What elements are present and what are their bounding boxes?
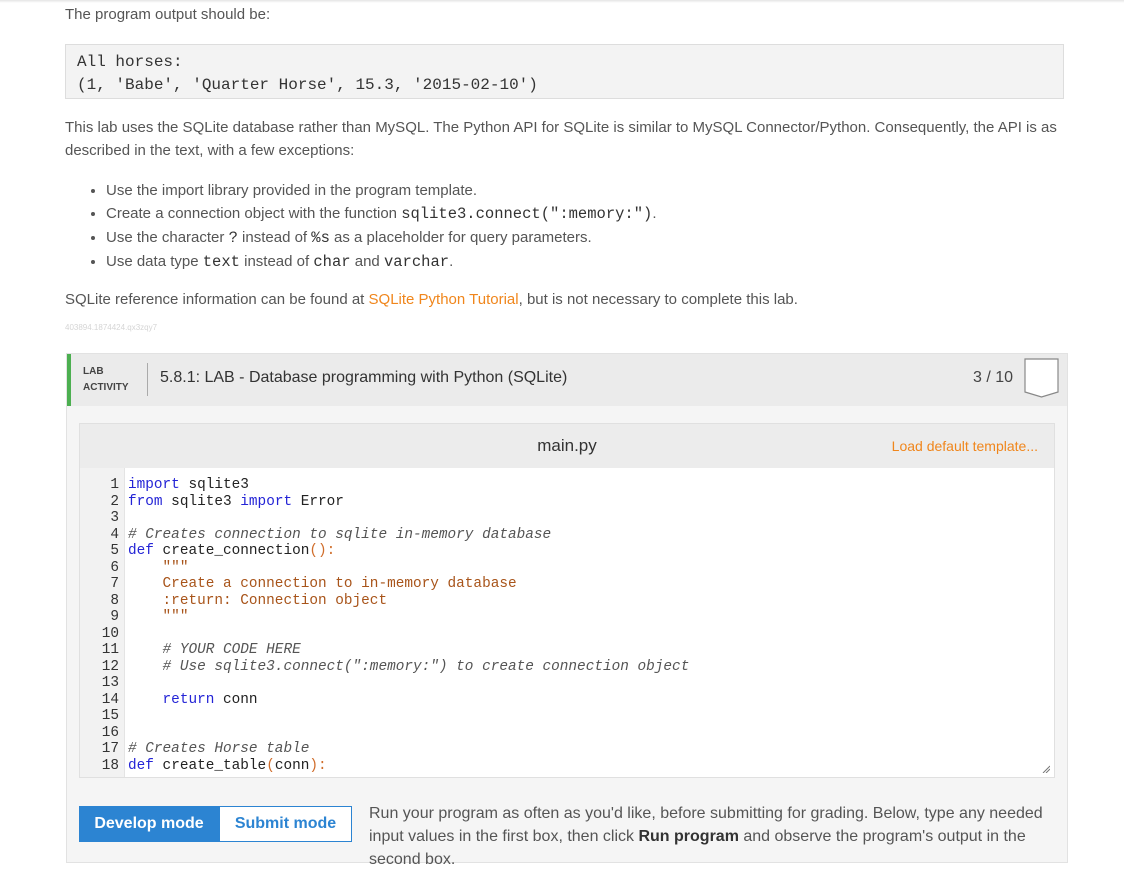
- code-comment: # Use sqlite3.connect(":memory:") to cre…: [128, 658, 690, 675]
- reference-paragraph: SQLite reference information can be foun…: [65, 288, 1065, 311]
- code-docstring: :return: Connection object: [128, 592, 388, 609]
- lab-score: 3 / 10: [973, 369, 1014, 386]
- sqlite-tutorial-link[interactable]: SQLite Python Tutorial: [369, 291, 519, 308]
- lab-activity-panel: LAB ACTIVITY 5.8.1: LAB - Database progr…: [66, 353, 1068, 868]
- code-area[interactable]: 1 import sqlite3 2 from sqlite3 import Err…: [80, 468, 1054, 777]
- inline-code: %s: [311, 229, 330, 247]
- line-number: 1: [110, 477, 119, 493]
- list-item: Use data type text instead of char and v…: [106, 250, 657, 274]
- expected-output-line: All horses:: [77, 53, 183, 71]
- list-item-text: and: [350, 253, 384, 270]
- inline-code: ?: [228, 229, 238, 247]
- develop-mode-button[interactable]: Develop mode: [79, 806, 219, 842]
- list-item: Use the character ? instead of %s as a p…: [106, 226, 657, 250]
- list-item-text: .: [449, 253, 454, 270]
- expected-output-box: All horses: (1, 'Babe', 'Quarter Horse',…: [65, 44, 1064, 99]
- lab-accent-bar: [67, 354, 71, 406]
- resize-handle-icon[interactable]: [1042, 765, 1050, 773]
- lab-tag-line: ACTIVITY: [83, 382, 129, 393]
- lab-activity-tag: LAB ACTIVITY: [83, 364, 129, 396]
- inline-code: char: [313, 253, 351, 271]
- submit-mode-button[interactable]: Submit mode: [219, 806, 352, 842]
- editor-header: main.py Load default template...: [80, 424, 1054, 468]
- reference-text: SQLite reference information can be foun…: [65, 291, 369, 308]
- code-editor: main.py Load default template... 1 import…: [79, 423, 1055, 778]
- exceptions-list: Use the import library provided in the p…: [88, 179, 657, 274]
- expected-output-line: (1, 'Babe', 'Quarter Horse', 15.3, '2015…: [77, 76, 538, 94]
- line-number: 6: [110, 559, 119, 576]
- inline-code: varchar: [383, 253, 450, 271]
- lab-title: 5.8.1: LAB - Database programming with P…: [160, 369, 568, 386]
- list-item-text: instead of: [237, 229, 312, 246]
- top-shadow: [0, 0, 1124, 3]
- inline-code: sqlite3.connect(":memory:"): [401, 205, 653, 223]
- line-number: 14: [101, 691, 119, 708]
- list-item-text: .: [652, 205, 657, 222]
- run-instructions: Run your program as often as you'd like,…: [369, 802, 1059, 871]
- output-intro: The program output should be:: [65, 6, 271, 23]
- activity-id: 403894.1874424.qx3zqy7: [65, 323, 158, 332]
- code-comment: # Creates Horse table: [128, 741, 310, 757]
- inline-code: text: [202, 253, 240, 271]
- code-comment: # YOUR CODE HERE: [128, 642, 301, 658]
- load-template-link[interactable]: Load default template...: [892, 438, 1038, 454]
- list-item-text: Use data type: [106, 253, 203, 270]
- list-item-text: as a placeholder for query parameters.: [329, 229, 592, 246]
- list-item-text: Use the import library provided in the p…: [106, 182, 478, 199]
- line-number: 13: [101, 675, 119, 691]
- line-number: 4: [110, 526, 119, 543]
- line-number: 15: [101, 708, 119, 724]
- reference-text: , but is not necessary to complete this …: [518, 291, 798, 308]
- line-number: 16: [101, 724, 119, 741]
- line-number: 10: [101, 625, 119, 642]
- line-number: 3: [110, 510, 119, 526]
- header-divider: [147, 363, 148, 396]
- list-item-text: Create a connection object with the func…: [106, 205, 402, 222]
- line-number: 7: [110, 576, 119, 592]
- line-number: 8: [110, 592, 119, 609]
- run-program-label: Run program: [638, 828, 739, 845]
- code-docstring: Create a connection to in-memory databas…: [128, 576, 517, 592]
- line-number: 17: [101, 741, 119, 757]
- line-number: 12: [101, 658, 119, 675]
- list-item-text: instead of: [239, 253, 314, 270]
- list-item: Create a connection object with the func…: [106, 202, 657, 226]
- line-number: 5: [110, 543, 119, 559]
- code-docstring: """: [128, 559, 189, 576]
- line-number: 9: [110, 609, 119, 625]
- list-item: Use the import library provided in the p…: [106, 179, 657, 202]
- code-comment: # Creates connection to sqlite in-memory…: [128, 526, 552, 543]
- lab-header: LAB ACTIVITY 5.8.1: LAB - Database progr…: [67, 354, 1067, 406]
- line-number: 18: [101, 757, 119, 774]
- code-docstring: """: [128, 609, 189, 625]
- lab-tag-line: LAB: [83, 366, 104, 377]
- sqlite-note-paragraph: This lab uses the SQLite database rather…: [65, 119, 1057, 159]
- line-number: 11: [101, 642, 119, 658]
- line-number: 2: [110, 493, 119, 510]
- list-item-text: Use the character: [106, 229, 229, 246]
